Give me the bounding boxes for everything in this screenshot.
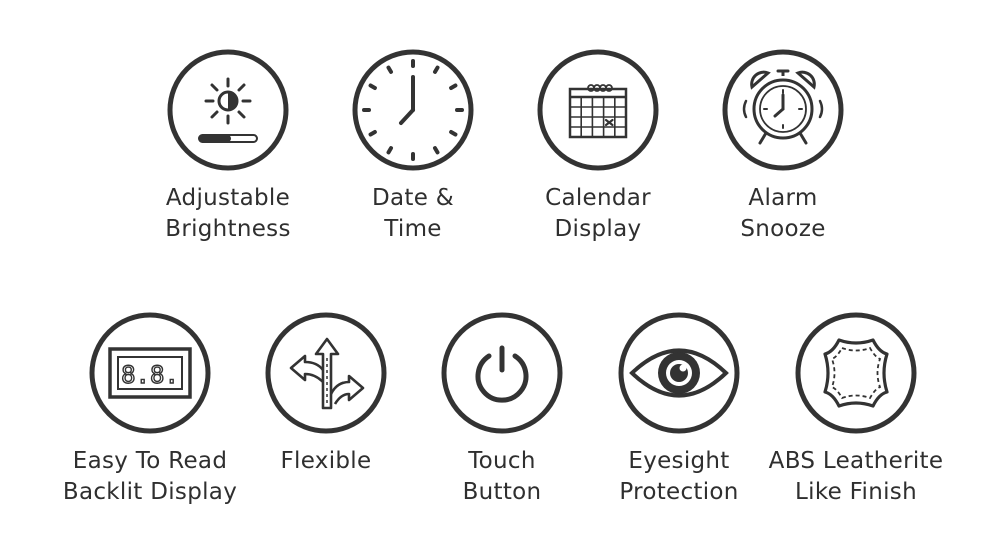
feature-label: ABS Leatherite Like Finish (768, 448, 944, 505)
calendar-icon (537, 49, 659, 171)
eye-icon (618, 312, 740, 434)
feature-label: Touch Button (462, 448, 542, 505)
leather-icon (795, 312, 917, 434)
feature-alarm-snooze: Alarm Snooze (683, 49, 883, 245)
feature-flexible: Flexible (226, 312, 426, 477)
clock-tick (386, 65, 393, 74)
feature-calendar-display: Calendar Display (498, 49, 698, 245)
clock-tick (386, 146, 393, 155)
feature-adjustable-brightness: Adjustable Brightness (128, 49, 328, 245)
feature-label: Easy To Read Backlit Display (62, 448, 238, 505)
feature-label: Calendar Display (545, 185, 651, 242)
feature-label: Eyesight Protection (619, 448, 739, 505)
arrows-icon (265, 312, 387, 434)
power-icon (441, 312, 563, 434)
feature-date-time: Date & Time (313, 49, 513, 245)
feature-label: Adjustable Brightness (165, 185, 291, 242)
alarm-clock-icon (722, 49, 844, 171)
feature-touch-button: Touch Button (402, 312, 602, 508)
clock-tick (449, 130, 458, 137)
feature-eyesight-protection: Eyesight Protection (579, 312, 779, 508)
clock-tick (433, 65, 440, 74)
clock-tick (449, 83, 458, 90)
display-digits: 8.8. (121, 361, 179, 389)
clock-tick (368, 83, 377, 90)
feature-abs-leatherite: ABS Leatherite Like Finish (756, 312, 956, 508)
clock-tick (368, 130, 377, 137)
clock-tick (433, 146, 440, 155)
feature-label: Alarm Snooze (740, 185, 826, 242)
feature-label: Flexible (280, 448, 372, 474)
brightness-icon (167, 49, 289, 171)
feature-backlit-display: 8.8. Easy To Read Backlit Display (50, 312, 250, 508)
clock-icon (352, 49, 474, 171)
digital-display-icon: 8.8. (89, 312, 211, 434)
feature-label: Date & Time (371, 185, 455, 242)
